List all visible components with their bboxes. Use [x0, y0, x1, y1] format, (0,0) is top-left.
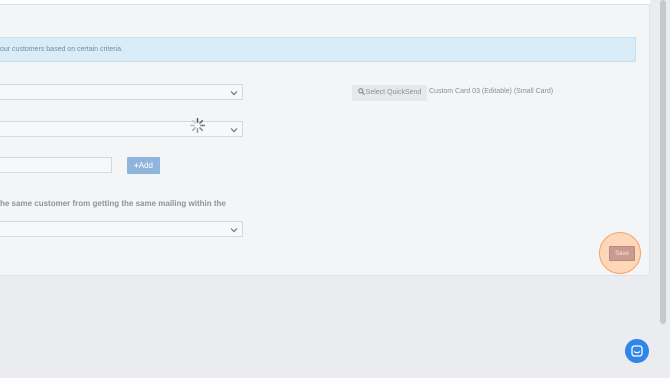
select-quicksend-button[interactable]: Select QuickSend	[352, 85, 427, 101]
search-icon	[357, 88, 365, 95]
add-value-input[interactable]	[0, 157, 112, 173]
duplicate-mailing-heading: he same customer from getting the same m…	[0, 199, 226, 208]
page: our customers based on certain criteria.…	[0, 0, 670, 378]
chevron-down-icon	[230, 91, 238, 96]
selected-card-name: Custom Card 03 (Editable) (Small Card)	[429, 88, 554, 95]
info-banner: our customers based on certain criteria.	[0, 37, 636, 62]
save-button-label: Save	[615, 251, 629, 257]
duplicate-window-select[interactable]	[0, 221, 243, 237]
chat-icon	[631, 345, 643, 357]
mailing-select[interactable]	[0, 121, 243, 137]
criteria-select[interactable]	[0, 84, 243, 100]
chevron-down-icon	[230, 128, 238, 133]
chevron-down-icon	[230, 228, 238, 233]
chat-button[interactable]	[625, 339, 649, 363]
save-button[interactable]: Save	[609, 246, 635, 261]
info-banner-text: our customers based on certain criteria.	[0, 46, 123, 53]
add-button[interactable]: +Add	[127, 157, 160, 174]
scrollbar[interactable]	[660, 0, 666, 324]
add-button-label: Add	[138, 161, 153, 170]
select-quicksend-label: Select QuickSend	[365, 89, 422, 96]
loading-spinner-icon	[189, 117, 206, 134]
